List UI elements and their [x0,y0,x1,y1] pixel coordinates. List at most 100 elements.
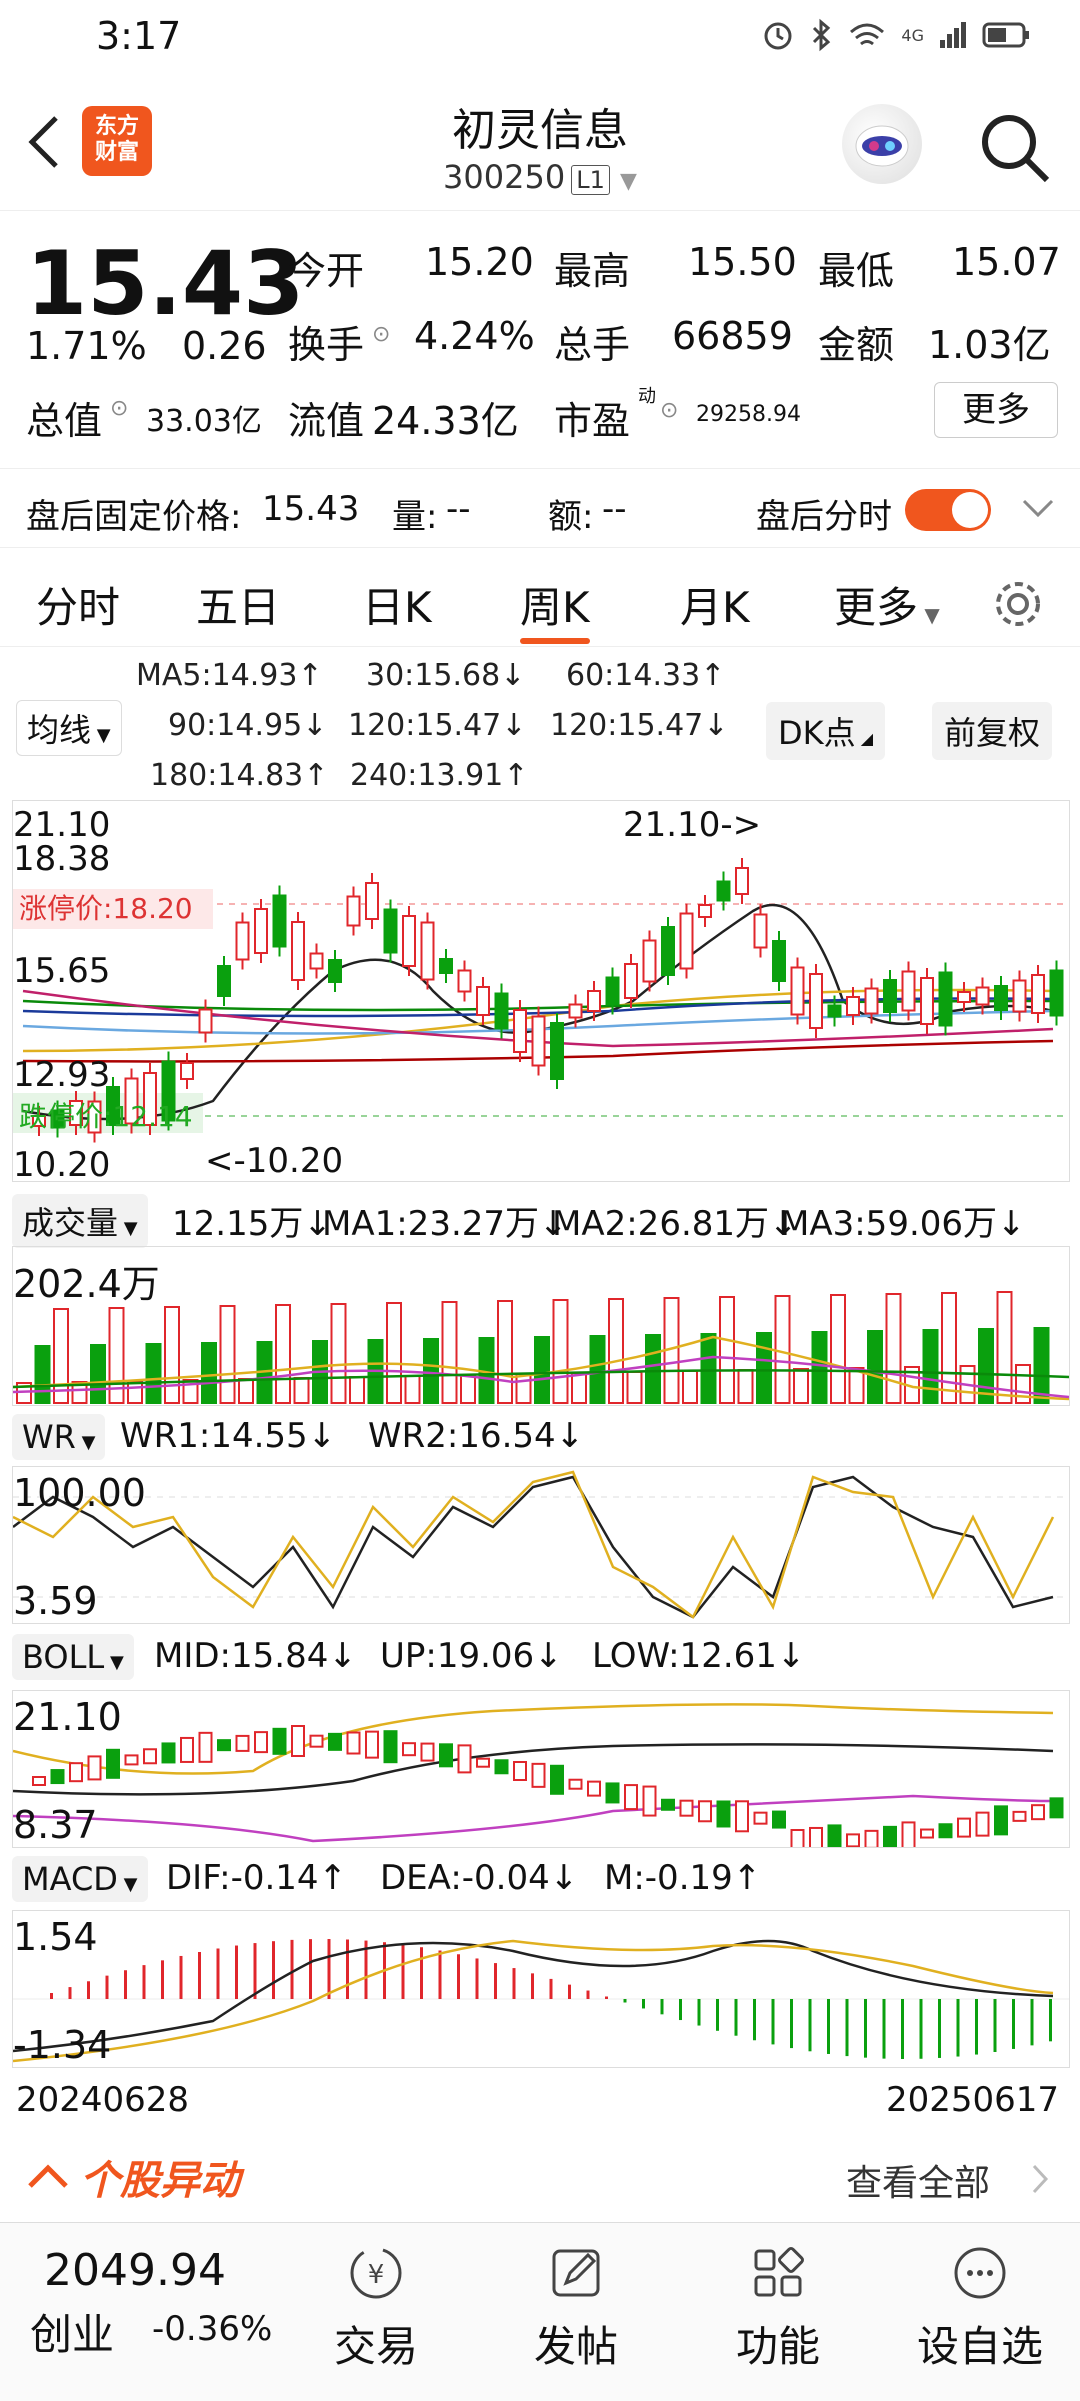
open-value: 15.20 [425,240,534,284]
tab-weekly-k[interactable]: 周K [520,574,590,635]
tab-monthly-k[interactable]: 月K [680,574,750,635]
more-quote-button[interactable]: 更多 [934,382,1058,438]
pe-label: 市盈 [554,399,631,443]
candle-body [753,913,768,949]
kline-chart[interactable]: 21.10 18.38 涨停价:18.20 15.65 12.93 跌停价:12… [12,800,1070,1185]
volume-bar [34,1345,51,1404]
dk-point-button[interactable]: DK点 ◢ [766,702,886,760]
tab-five-day[interactable]: 五日 [196,574,280,635]
candle-body [420,921,435,981]
volume-bar [589,1335,606,1404]
volume-svg [13,1291,1069,1404]
info-icon[interactable]: ⊙ [660,398,678,423]
search-icon[interactable] [975,108,1055,188]
after-qty-value: -- [446,489,471,529]
status-bar: 3:17 4G [0,0,1080,78]
wr-ymin: 3.59 [13,1579,98,1623]
boll-candle [32,1776,46,1786]
boll-candle [494,1759,509,1775]
tab-more[interactable]: 更多 ▼ [834,574,940,635]
volume-bar [737,1369,754,1404]
volume-bar [608,1298,624,1404]
candle-body [587,990,601,1012]
info-icon[interactable]: ⊙ [110,396,128,421]
view-all-link[interactable]: 查看全部 [846,2154,990,2206]
nav-functions[interactable]: 功能 [708,2243,848,2374]
index-name[interactable]: 创业 [30,2301,114,2362]
chevron-up-icon[interactable] [26,2160,70,2192]
after-hours-toggle-label: 盘后分时 [756,497,892,537]
boll-legend-item: MID:15.84↓ [154,1636,357,1676]
chevron-right-icon[interactable] [1030,2162,1052,2196]
y-label: 10.20 [13,1145,111,1185]
chevron-down-icon[interactable] [1020,493,1056,523]
candle-body [790,966,805,1016]
ma-selector[interactable]: 均线 ▼ [16,700,122,756]
change-amount: 0.26 [182,324,267,368]
candle-body [605,976,620,1006]
macd-chart[interactable]: 1.54 -1.34 [12,1910,1070,2068]
bluetooth-icon [813,18,831,52]
nav-post[interactable]: 发帖 [506,2243,646,2374]
boll-legend-item: UP:19.06↓ [380,1636,563,1676]
volume-ymax: 202.4万 [13,1262,160,1306]
volume-bar [145,1343,162,1404]
candle-body [1031,974,1045,1014]
boll-candle [383,1730,398,1764]
wr2-line [13,1470,1055,1619]
boll-candle [938,1823,953,1839]
boll-candle [106,1748,120,1779]
dea-line [13,1939,1054,2063]
volume-bar [534,1336,550,1404]
turnover-label: 换手 [288,323,365,367]
high-label: 最高 [554,249,631,293]
volume-bar [885,1293,902,1404]
candle-body [1049,969,1064,1017]
settings-gear-icon[interactable] [990,576,1046,632]
candle-body [994,985,1008,1011]
wr-selector[interactable]: WR ▼ [12,1414,106,1460]
boll-candle [920,1828,934,1839]
nav-trade[interactable]: ¥ 交易 [306,2243,446,2374]
candle-body [809,973,823,1029]
signal-icon [940,22,966,48]
assistant-robot-icon[interactable] [842,104,922,184]
volume-bar [793,1368,809,1404]
boll-selector[interactable]: BOLL ▼ [12,1634,134,1680]
grid-functions-icon [754,2247,804,2297]
candle-body [328,959,342,983]
macd-selector[interactable]: MACD ▼ [12,1856,148,1902]
volume-bar [830,1294,846,1404]
candle-body [180,1062,194,1080]
boll-candlesticks [32,1725,1064,1847]
volume-selector-label: 成交量 [22,1204,119,1242]
boll-candle [587,1780,601,1797]
tab-intraday[interactable]: 分时 [36,574,120,635]
adjust-button[interactable]: 前复权 [932,702,1053,760]
boll-candle [476,1757,490,1768]
min-marker: <-10.20 [205,1141,344,1181]
boll-chart[interactable]: 21.10 8.37 [12,1690,1070,1848]
candle-body [975,986,990,1006]
boll-candle [1012,1810,1027,1822]
wr-chart[interactable]: 100.00 3.59 [12,1466,1070,1624]
candle-body [568,1003,583,1019]
boll-candle [309,1734,324,1748]
candle-body [642,939,657,983]
volume-bar [552,1299,569,1404]
volume-selector[interactable]: 成交量 ▼ [12,1194,148,1248]
index-value[interactable]: 2049.94 [44,2245,226,2296]
mktcap-label: 总值 [26,399,103,443]
volume-bar [571,1372,587,1404]
volume-bar [756,1332,772,1404]
volume-bar [996,1291,1013,1404]
volume-chart[interactable]: 202.4万 [12,1246,1070,1406]
after-hours-toggle[interactable] [905,489,991,531]
nav-add-watchlist[interactable]: 设自选 [910,2243,1050,2374]
boll-candle [735,1800,749,1833]
boll-candle [1031,1804,1045,1821]
info-icon[interactable]: ⊙ [372,322,390,347]
battery-icon [982,22,1029,48]
volume-bar [719,1296,735,1404]
tab-daily-k[interactable]: 日K [362,574,432,635]
